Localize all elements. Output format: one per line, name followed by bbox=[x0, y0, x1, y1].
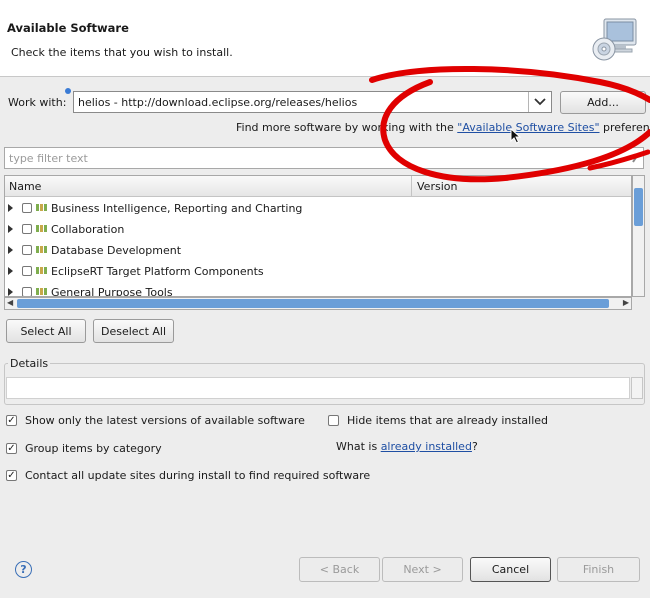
category-icon bbox=[36, 202, 48, 212]
checkbox[interactable] bbox=[22, 203, 32, 213]
details-label: Details bbox=[8, 357, 51, 370]
category-icon bbox=[36, 286, 48, 296]
tree-item-label: Database Development bbox=[51, 244, 182, 257]
work-with-label: Work with: bbox=[8, 96, 67, 109]
checkbox[interactable] bbox=[22, 266, 32, 276]
what-is-prefix: What is bbox=[336, 440, 381, 453]
category-icon bbox=[36, 265, 48, 275]
tree-item-label: EclipseRT Target Platform Components bbox=[51, 265, 264, 278]
add-site-button[interactable]: Add... bbox=[560, 91, 646, 114]
category-icon bbox=[36, 223, 48, 233]
contact-sites-option[interactable]: ✓ Contact all update sites during instal… bbox=[6, 469, 370, 482]
checkbox[interactable] bbox=[328, 415, 339, 426]
already-installed-link[interactable]: already installed bbox=[381, 440, 472, 453]
work-with-combo[interactable]: helios - http://download.eclipse.org/rel… bbox=[73, 91, 552, 113]
tree-horizontal-scrollbar[interactable]: ◀ ▶ bbox=[4, 297, 632, 310]
tree-header: Name Version bbox=[5, 176, 631, 197]
deselect-all-button[interactable]: Deselect All bbox=[93, 319, 174, 343]
clear-filter-icon[interactable] bbox=[631, 151, 641, 166]
hide-installed-label: Hide items that are already installed bbox=[347, 414, 549, 427]
select-all-button[interactable]: Select All bbox=[6, 319, 86, 343]
checkbox[interactable] bbox=[22, 287, 32, 296]
filter-placeholder: type filter text bbox=[9, 152, 88, 165]
expand-icon[interactable] bbox=[8, 204, 13, 212]
page-description: Check the items that you wish to install… bbox=[11, 46, 233, 59]
tree-row[interactable]: Collaboration bbox=[5, 220, 631, 241]
find-more-text: Find more software by working with the "… bbox=[236, 121, 650, 134]
tree-row[interactable]: EclipseRT Target Platform Components bbox=[5, 262, 631, 283]
details-scrollbar[interactable] bbox=[631, 377, 643, 399]
checkbox-checked[interactable]: ✓ bbox=[6, 443, 17, 454]
expand-icon[interactable] bbox=[8, 267, 13, 275]
cancel-button[interactable]: Cancel bbox=[470, 557, 551, 582]
scroll-thumb[interactable] bbox=[17, 299, 609, 308]
checkbox[interactable] bbox=[22, 245, 32, 255]
tree-vertical-scrollbar[interactable] bbox=[632, 175, 645, 297]
show-latest-label: Show only the latest versions of availab… bbox=[25, 414, 305, 427]
category-icon bbox=[36, 244, 48, 254]
wizard-header: Available Software Check the items that … bbox=[0, 0, 650, 77]
tree-row[interactable]: Database Development bbox=[5, 241, 631, 262]
help-icon[interactable]: ? bbox=[15, 561, 32, 578]
column-divider[interactable] bbox=[411, 176, 412, 196]
checkbox-checked[interactable]: ✓ bbox=[6, 415, 17, 426]
find-more-prefix: Find more software by working with the bbox=[236, 121, 458, 134]
scroll-thumb[interactable] bbox=[634, 188, 643, 226]
tree-row[interactable]: Business Intelligence, Reporting and Cha… bbox=[5, 199, 631, 220]
find-more-suffix: preferences. bbox=[603, 121, 650, 134]
checkbox-checked[interactable]: ✓ bbox=[6, 470, 17, 481]
available-sites-link[interactable]: "Available Software Sites" bbox=[457, 121, 599, 134]
install-software-icon bbox=[590, 15, 640, 65]
show-latest-option[interactable]: ✓ Show only the latest versions of avail… bbox=[6, 414, 305, 427]
group-by-category-option[interactable]: ✓ Group items by category bbox=[6, 442, 162, 455]
info-icon bbox=[65, 88, 71, 94]
finish-button[interactable]: Finish bbox=[557, 557, 640, 582]
tree-item-label: Collaboration bbox=[51, 223, 125, 236]
hide-installed-option[interactable]: Hide items that are already installed bbox=[328, 414, 548, 427]
tree-item-label: Business Intelligence, Reporting and Cha… bbox=[51, 202, 303, 215]
back-button[interactable]: < Back bbox=[299, 557, 380, 582]
next-button[interactable]: Next > bbox=[382, 557, 463, 582]
expand-icon[interactable] bbox=[8, 246, 13, 254]
what-is-suffix: ? bbox=[471, 440, 478, 453]
checkbox[interactable] bbox=[22, 224, 32, 234]
software-tree[interactable]: Name Version Business Intelligence, Repo… bbox=[4, 175, 632, 297]
column-header-name[interactable]: Name bbox=[9, 180, 41, 193]
tree-item-label: General Purpose Tools bbox=[51, 286, 173, 297]
what-is-installed: What is already installed? bbox=[336, 440, 478, 453]
column-header-version[interactable]: Version bbox=[417, 180, 457, 193]
mouse-cursor-icon bbox=[510, 127, 522, 147]
group-by-category-label: Group items by category bbox=[25, 442, 162, 455]
contact-sites-label: Contact all update sites during install … bbox=[25, 469, 371, 482]
expand-icon[interactable] bbox=[8, 288, 13, 296]
work-with-value: helios - http://download.eclipse.org/rel… bbox=[78, 96, 358, 109]
tree-row[interactable]: General Purpose Tools bbox=[5, 283, 631, 297]
filter-input[interactable]: type filter text bbox=[4, 147, 644, 169]
scroll-left-icon[interactable]: ◀ bbox=[7, 298, 13, 307]
scroll-right-icon[interactable]: ▶ bbox=[623, 298, 629, 307]
expand-icon[interactable] bbox=[8, 225, 13, 233]
chevron-down-icon[interactable] bbox=[528, 92, 551, 112]
details-text-area[interactable] bbox=[6, 377, 630, 399]
page-title: Available Software bbox=[7, 21, 129, 35]
